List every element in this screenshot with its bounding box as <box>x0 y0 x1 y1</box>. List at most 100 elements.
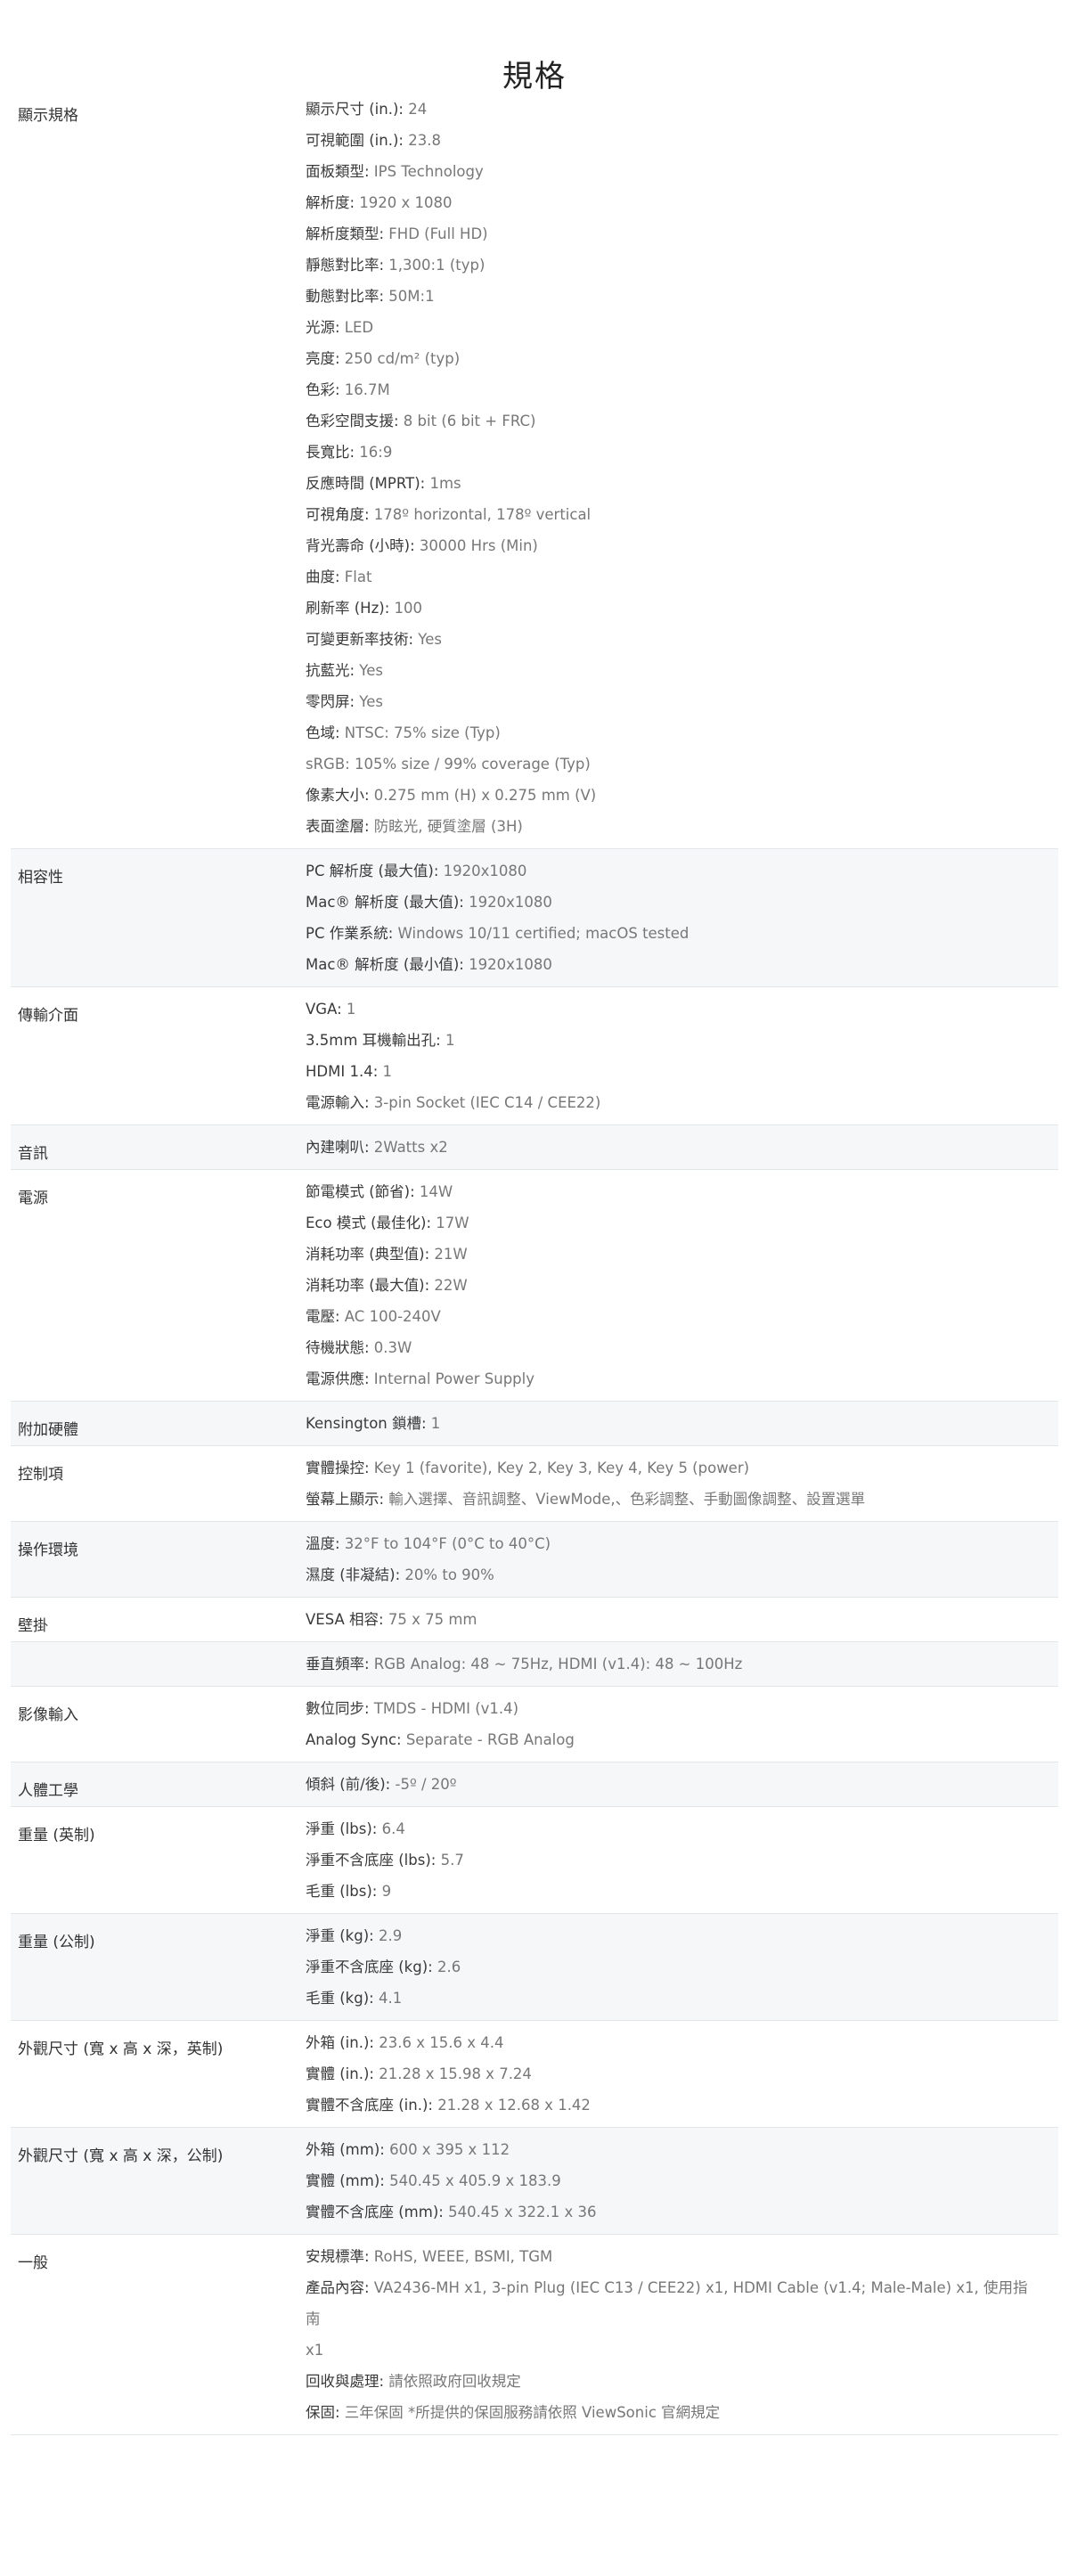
spec-item-value: 23.6 x 15.6 x 4.4 <box>373 2034 504 2051</box>
spec-row: 影像輸入 數位同步: TMDS - HDMI (v1.4) Analog Sync:… <box>11 1687 1058 1762</box>
spec-values: 外箱 (in.): 23.6 x 15.6 x 4.4 實體 (in.): 21.… <box>306 2021 1058 2127</box>
spec-values: 數位同步: TMDS - HDMI (v1.4) Analog Sync: Sep… <box>306 1687 1058 1762</box>
spec-category-label: 重量 (英制) <box>18 1827 95 1844</box>
spec-item-value: 21.28 x 15.98 x 7.24 <box>373 2065 532 2082</box>
spec-values: 外箱 (mm): 600 x 395 x 112 實體 (mm): 540.45 … <box>306 2128 1058 2234</box>
spec-row: 壁掛 VESA 相容: 75 x 75 mm <box>11 1598 1058 1642</box>
spec-row: 人體工學 傾斜 (前/後): -5º / 20º <box>11 1762 1058 1807</box>
spec-item: 實體 (in.): 21.28 x 15.98 x 7.24 <box>306 2058 1042 2089</box>
spec-item-key: VGA: <box>306 1001 342 1018</box>
spec-values: VESA 相容: 75 x 75 mm <box>306 1598 1058 1641</box>
spec-values: 垂直頻率: RGB Analog: 48 ~ 75Hz, HDMI (v1.4)… <box>306 1642 1058 1686</box>
spec-item-key: PC 作業系統: <box>306 925 394 942</box>
spec-item: 消耗功率 (最大值): 22W <box>306 1270 1042 1301</box>
spec-item-value: x1 <box>306 2342 324 2359</box>
spec-item: 電源輸入: 3-pin Socket (IEC C14 / CEE22) <box>306 1087 1042 1118</box>
spec-item-value: 32°F to 104°F (0°C to 40°C) <box>339 1535 551 1552</box>
spec-item: 背光壽命 (小時): 30000 Hrs (Min) <box>306 530 1042 561</box>
spec-item-key: 零閃屏: <box>306 693 355 710</box>
spec-item-key: 刷新率 (Hz): <box>306 600 390 617</box>
spec-item-key: 實體不含底座 (mm): <box>306 2204 444 2220</box>
spec-item: 顯示尺寸 (in.): 24 <box>306 94 1042 125</box>
spec-item-key: 可變更新率技術: <box>306 631 414 648</box>
spec-item: 電壓: AC 100-240V <box>306 1301 1042 1332</box>
spec-item-value: LED <box>339 319 374 336</box>
spec-item-key: 濕度 (非凝結): <box>306 1566 401 1583</box>
spec-item: 色彩空間支援: 8 bit (6 bit + FRC) <box>306 405 1042 437</box>
spec-item-key: 實體不含底座 (in.): <box>306 2097 433 2114</box>
spec-item-key: Kensington 鎖槽: <box>306 1415 427 1432</box>
spec-category-label: 音訊 <box>18 1145 48 1163</box>
spec-item: 外箱 (mm): 600 x 395 x 112 <box>306 2134 1042 2165</box>
spec-row: 傳輸介面 VGA: 1 3.5mm 耳機輸出孔: 1 HDMI 1.4: 1 電源輸入:… <box>11 987 1058 1125</box>
spec-item-key: 面板類型: <box>306 163 370 180</box>
spec-item: 待機狀態: 0.3W <box>306 1332 1042 1363</box>
spec-item-value: 2Watts x2 <box>369 1139 448 1156</box>
spec-item-value: 24 <box>403 101 428 118</box>
spec-item: 內建喇叭: 2Watts x2 <box>306 1132 1042 1163</box>
spec-item-value: 30000 Hrs (Min) <box>414 537 538 554</box>
spec-item-value: 50M:1 <box>384 288 435 305</box>
spec-row: 重量 (公制) 淨重 (kg): 2.9 淨重不含底座 (kg): 2.6 毛重 (k… <box>11 1914 1058 2021</box>
spec-item-key: 表面塗層: <box>306 818 370 835</box>
spec-item-value: 輸入選擇、音訊調整、ViewMode,、色彩調整、手動圖像調整、設置選單 <box>384 1491 866 1508</box>
spec-item: 解析度: 1920 x 1080 <box>306 187 1042 218</box>
spec-item-value: 21W <box>429 1246 468 1263</box>
spec-item-key: Eco 模式 (最佳化): <box>306 1214 432 1231</box>
spec-item-key: 抗藍光: <box>306 662 355 679</box>
spec-item: 實體不含底座 (mm): 540.45 x 322.1 x 36 <box>306 2196 1042 2228</box>
spec-item-key: 內建喇叭: <box>306 1139 370 1156</box>
spec-category-label: 影像輸入 <box>18 1706 78 1724</box>
spec-item-key: Mac® 解析度 (最大值): <box>306 894 464 911</box>
spec-item-value: 1 <box>341 1001 356 1018</box>
spec-item-value: 2.6 <box>432 1959 461 1975</box>
spec-item-value: 8 bit (6 bit + FRC) <box>398 413 536 429</box>
spec-values: 實體操控: Key 1 (favorite), Key 2, Key 3, Ke… <box>306 1446 1058 1521</box>
spec-item-value: 21.28 x 12.68 x 1.42 <box>432 2097 591 2114</box>
spec-item-key: 電壓: <box>306 1308 340 1325</box>
spec-item-value: 23.8 <box>403 132 441 149</box>
spec-item-value: 請依照政府回收規定 <box>384 2373 521 2390</box>
spec-item-value: 600 x 395 x 112 <box>384 2141 510 2158</box>
spec-item-value: sRGB: 105% size / 99% coverage (Typ) <box>306 756 591 773</box>
spec-item: 長寬比: 16:9 <box>306 437 1042 468</box>
spec-item-key: 實體 (mm): <box>306 2172 385 2189</box>
spec-item-key: 淨重不含底座 (lbs): <box>306 1852 437 1869</box>
spec-item: PC 解析度 (最大值): 1920x1080 <box>306 855 1042 887</box>
spec-item-value: 3-pin Socket (IEC C14 / CEE22) <box>369 1094 601 1111</box>
spec-row: 外觀尺寸 (寬 x 高 x 深，英制) 外箱 (in.): 23.6 x 15.6… <box>11 2021 1058 2128</box>
spec-row: 控制項 實體操控: Key 1 (favorite), Key 2, Key 3,… <box>11 1446 1058 1522</box>
spec-item-value: 9 <box>377 1883 392 1900</box>
spec-values: PC 解析度 (最大值): 1920x1080 Mac® 解析度 (最大值): 1… <box>306 849 1058 986</box>
spec-category-label: 附加硬體 <box>18 1421 78 1439</box>
spec-item: 毛重 (lbs): 9 <box>306 1876 1042 1907</box>
spec-category-label <box>11 1642 306 1686</box>
spec-row: 垂直頻率: RGB Analog: 48 ~ 75Hz, HDMI (v1.4)… <box>11 1642 1058 1687</box>
spec-item: Eco 模式 (最佳化): 17W <box>306 1207 1042 1239</box>
spec-item: 傾斜 (前/後): -5º / 20º <box>306 1769 1042 1800</box>
spec-category-label: 控制項 <box>18 1466 63 1484</box>
spec-item-value: AC 100-240V <box>339 1308 441 1325</box>
spec-item-key: 淨重不含底座 (kg): <box>306 1959 433 1975</box>
spec-item-value: 1920x1080 <box>463 894 552 911</box>
spec-item: 曲度: Flat <box>306 561 1042 593</box>
spec-item-value: 1920x1080 <box>438 863 527 879</box>
spec-item: 反應時間 (MPRT): 1ms <box>306 468 1042 499</box>
spec-item-value: 2.9 <box>373 1927 403 1944</box>
spec-item: 回收與處理: 請依照政府回收規定 <box>306 2366 1042 2397</box>
spec-row: 外觀尺寸 (寬 x 高 x 深，公制) 外箱 (mm): 600 x 395 x … <box>11 2128 1058 2235</box>
spec-item: Mac® 解析度 (最大值): 1920x1080 <box>306 887 1042 918</box>
spec-item-key: 溫度: <box>306 1535 340 1552</box>
spec-item: 電源供應: Internal Power Supply <box>306 1363 1042 1394</box>
spec-item-key: 反應時間 (MPRT): <box>306 475 426 492</box>
spec-item-key: 像素大小: <box>306 787 370 804</box>
spec-item-value: VA2436-MH x1, 3-pin Plug (IEC C13 / CEE2… <box>306 2279 1028 2327</box>
spec-item-key: VESA 相容: <box>306 1611 384 1628</box>
spec-item: 可視範圍 (in.): 23.8 <box>306 125 1042 156</box>
spec-item-key: 外箱 (mm): <box>306 2141 385 2158</box>
spec-item: 消耗功率 (典型值): 21W <box>306 1239 1042 1270</box>
spec-item-value: 540.45 x 322.1 x 36 <box>443 2204 597 2220</box>
spec-item: 解析度類型: FHD (Full HD) <box>306 218 1042 249</box>
spec-item-value: 1 <box>378 1063 393 1080</box>
spec-values: 淨重 (kg): 2.9 淨重不含底座 (kg): 2.6 毛重 (kg): 4.1 <box>306 1914 1058 2020</box>
